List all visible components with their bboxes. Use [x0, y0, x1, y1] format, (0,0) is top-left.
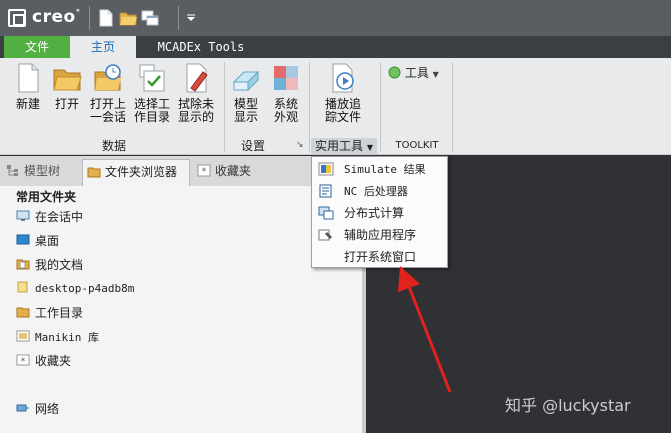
favorites-icon: * [16, 354, 30, 366]
open-last-session-button[interactable]: 打开上 一会话 [86, 62, 130, 124]
system-appearance-button[interactable]: 系统 外观 [266, 62, 306, 124]
model-display-icon [232, 70, 260, 92]
tab-model-tree[interactable]: 模型树 [2, 159, 80, 186]
app-name: creo° [32, 7, 81, 27]
folder-item-manikin-library[interactable]: Manikin 库 [16, 328, 99, 346]
chevron-down-icon: ▼ [366, 143, 373, 152]
select-directory-icon [139, 64, 165, 92]
toolbar-separator [89, 6, 90, 30]
auxiliary-applications-icon [318, 229, 332, 241]
folder-item-favorites[interactable]: * 收藏夹 [16, 352, 71, 370]
tab-home[interactable]: 主页 [70, 36, 136, 58]
ribbon-tab-bar: 文件 主页 MCADEx Tools [0, 36, 671, 58]
tab-favorites[interactable]: * 收藏夹 [193, 159, 293, 186]
group-separator [452, 62, 453, 152]
folder-item-in-session[interactable]: 在会话中 [16, 208, 83, 226]
menu-item-simulate-results[interactable]: Simulate 结果 [312, 158, 447, 180]
utilities-dropdown-menu: Simulate 结果 NC 后处理器 分布式计算 辅助应用程序 打开系统窗口 [311, 156, 448, 268]
model-tree-icon [7, 165, 18, 176]
select-working-directory-button[interactable]: 选择工 作目录 [130, 62, 174, 124]
utilities-menu-button[interactable]: 实用工具 ▼ [311, 138, 377, 154]
open-last-session-icon [94, 64, 121, 91]
manikin-library-icon [16, 330, 30, 342]
network-icon [16, 404, 29, 412]
watermark: 知乎 @luckystar [505, 396, 631, 415]
open-folder-icon [53, 69, 82, 91]
desktop-icon [16, 234, 30, 245]
menu-item-distributed-computing[interactable]: 分布式计算 [312, 202, 447, 224]
menu-item-nc-post-processor[interactable]: NC 后处理器 [312, 180, 447, 202]
simulate-results-icon [318, 162, 334, 176]
tab-file[interactable]: 文件 [4, 36, 70, 58]
model-display-button[interactable]: 模型 显示 [228, 62, 264, 124]
ribbon-panel: 新建 打开 打开上 一会话 选择工 作目录 拭除未 显示的 数据 模型 显示 系… [0, 58, 671, 155]
group-label-toolkit: TOOLKIT [395, 140, 439, 151]
play-trail-file-button[interactable]: 播放追 踪文件 [318, 62, 368, 124]
group-separator [224, 62, 225, 152]
creo-logo-icon [8, 9, 26, 27]
group-label-settings: 设置 [240, 139, 265, 153]
menu-item-auxiliary-applications[interactable]: 辅助应用程序 [312, 224, 447, 246]
tab-mcadex-tools[interactable]: MCADEx Tools [146, 36, 256, 58]
annotation-arrow-icon [398, 266, 452, 393]
nc-post-processor-icon [319, 184, 332, 198]
tools-menu-button[interactable]: 工具 ▼ [388, 64, 439, 82]
system-appearance-icon [274, 66, 298, 90]
folder-item-my-documents[interactable]: 我的文档 [16, 256, 83, 274]
monitor-icon [16, 210, 30, 221]
documents-folder-icon [16, 259, 30, 270]
folder-icon [17, 281, 28, 293]
tab-folder-browser[interactable]: 文件夹浏览器 [82, 159, 190, 186]
green-circle-icon [388, 66, 401, 79]
distributed-computing-icon [318, 206, 334, 220]
customize-dropdown-icon[interactable] [186, 14, 196, 22]
settings-launcher-icon[interactable]: ↘ [296, 140, 304, 150]
new-button[interactable]: 新建 [8, 62, 48, 111]
erase-icon [186, 63, 208, 93]
windows-icon[interactable] [141, 9, 159, 27]
working-directory-icon [16, 307, 30, 318]
play-trail-file-icon [332, 63, 354, 93]
group-separator [380, 62, 381, 152]
folder-browser-icon [87, 167, 101, 178]
svg-text:*: * [202, 167, 207, 177]
folder-item-computer[interactable]: desktop-p4adb8m [16, 280, 134, 298]
favorites-icon: * [197, 164, 211, 177]
group-separator [309, 62, 310, 152]
new-file-icon [18, 63, 39, 93]
new-file-icon[interactable] [97, 9, 115, 27]
svg-text:*: * [21, 357, 26, 366]
folder-item-working-directory[interactable]: 工作目录 [16, 304, 83, 322]
folder-browser-panel: 常用文件夹 在会话中 桌面 我的文档 desktop-p4adb8m 工作目录 … [0, 186, 362, 433]
common-folders-heading: 常用文件夹 [16, 190, 77, 204]
group-label-data: 数据 [101, 139, 126, 153]
title-bar: creo° [0, 0, 671, 36]
chevron-down-icon: ▼ [432, 70, 439, 79]
toolbar-separator [178, 6, 179, 30]
erase-not-displayed-button[interactable]: 拭除未 显示的 [174, 62, 218, 124]
open-folder-icon[interactable] [119, 9, 137, 27]
folder-item-network[interactable]: 网络 [16, 400, 59, 418]
open-button[interactable]: 打开 [48, 62, 86, 111]
folder-item-desktop[interactable]: 桌面 [16, 232, 59, 250]
